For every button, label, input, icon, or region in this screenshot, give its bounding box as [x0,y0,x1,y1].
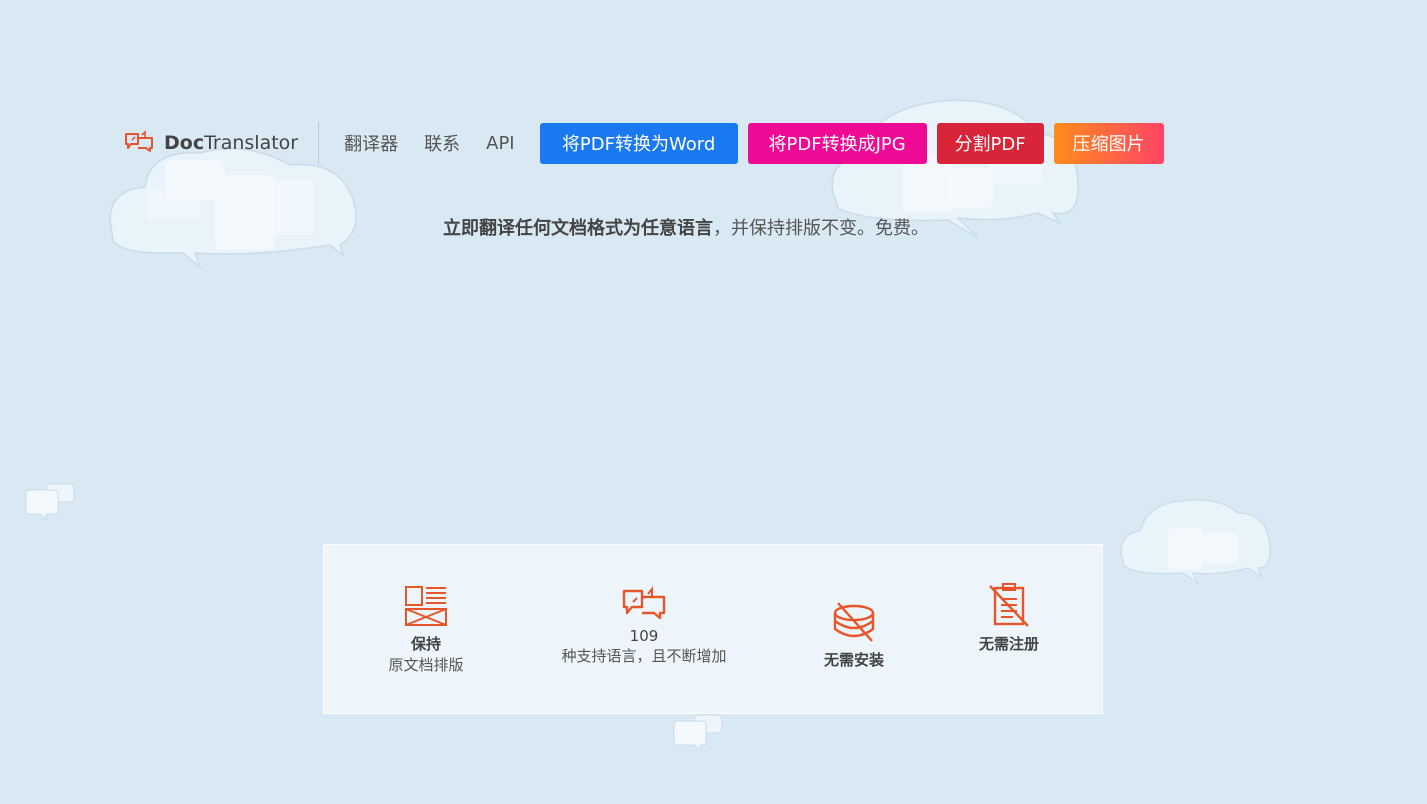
tagline-bold: 立即翻译任何文档格式为任意语言 [443,218,713,239]
speech-bubble-decoration [672,713,724,753]
feature-layout-desc: 原文档排版 [388,656,464,674]
language-count: 109 [629,627,659,645]
feature-no-install: 无需安装 [804,601,904,670]
split-pdf-button[interactable]: 分割PDF [936,122,1044,164]
feature-no-registration-title: 无需注册 [978,635,1039,653]
layout-icon [376,585,476,627]
speech-cloud-decoration [1118,498,1273,588]
brand-name: DocTranslator [164,132,299,154]
pdf-to-word-button[interactable]: 将PDF转换为Word [539,122,738,164]
no-install-icon [804,601,904,643]
header-nav: DocTranslator 翻译器 联系 API 将PDF转换为Word 将PD… [124,122,1164,164]
tagline: 立即翻译任何文档格式为任意语言，并保持排版不变。免费。 [443,214,929,240]
features-panel: 保持 原文档排版 109 种支持语言，且不断增加 无需安装 无需注册 [323,544,1103,714]
compress-image-button[interactable]: 压缩图片 [1053,122,1164,164]
feature-languages-desc: 种支持语言，且不断增加 [561,647,727,665]
tagline-rest: ，并保持排版不变。免费。 [713,218,929,239]
feature-no-registration: 无需注册 [959,583,1059,654]
speech-bubbles-icon [124,130,154,156]
nav-api[interactable]: API [486,133,514,154]
translate-bubbles-icon [544,585,744,621]
feature-layout: 保持 原文档排版 [376,585,476,675]
feature-no-install-title: 无需安装 [823,651,884,669]
nav-translator[interactable]: 翻译器 [344,130,398,156]
no-registration-icon [959,583,1059,627]
speech-bubble-decoration [24,482,76,522]
pdf-to-jpg-button[interactable]: 将PDF转换成JPG [747,122,927,164]
feature-layout-title: 保持 [410,635,441,653]
feature-languages: 109 种支持语言，且不断增加 [544,585,744,666]
logo[interactable]: DocTranslator [124,122,320,164]
nav-contact[interactable]: 联系 [424,130,460,156]
